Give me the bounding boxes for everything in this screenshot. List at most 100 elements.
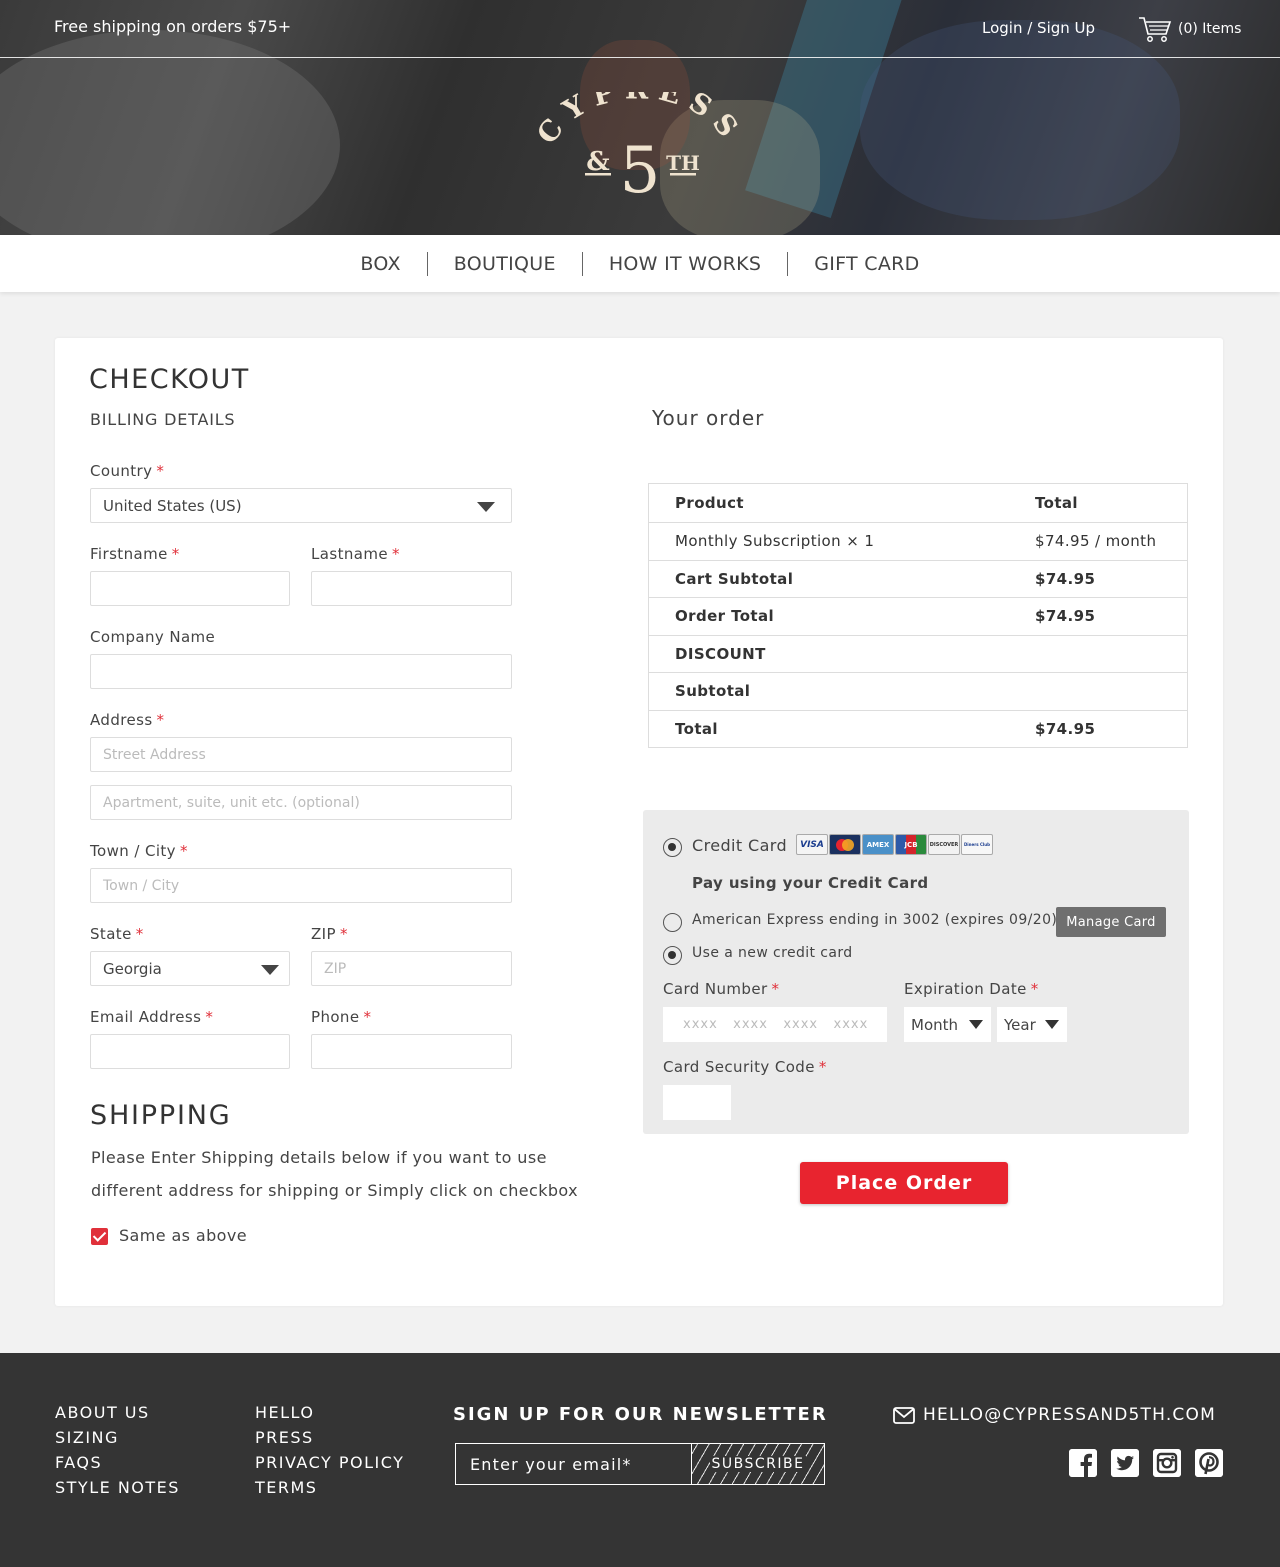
place-order-button[interactable]: Place Order (800, 1162, 1008, 1204)
lastname-field[interactable] (311, 571, 512, 606)
envelope-icon (893, 1406, 915, 1424)
country-label: Country * (90, 462, 165, 480)
cart-count: (0) Items (1178, 21, 1242, 37)
country-value: United States (US) (103, 496, 242, 515)
company-field[interactable] (90, 654, 512, 689)
month-select[interactable]: Month (904, 1007, 991, 1042)
nav-boutique[interactable]: BOUTIQUE (426, 251, 582, 276)
footer-link-sizing[interactable]: SIZING (55, 1428, 180, 1448)
contact-email-link[interactable]: HELLO@CYPRESSAND5TH.COM (893, 1405, 1216, 1425)
order-table-header: Product Total (649, 484, 1187, 522)
row-label: Order Total (675, 607, 775, 626)
background-shape (0, 30, 340, 235)
year-value: Year (1004, 1015, 1036, 1034)
login-signup-link[interactable]: Login / Sign Up (982, 19, 1095, 37)
pinterest-icon[interactable] (1195, 1449, 1223, 1477)
instagram-icon[interactable] (1153, 1449, 1181, 1477)
order-table: Product Total Monthly Subscription × 1 $… (648, 483, 1188, 748)
footer: ABOUT US SIZING FAQS STYLE NOTES HELLO P… (0, 1353, 1280, 1567)
security-code-field[interactable] (663, 1085, 731, 1120)
card-number-field[interactable]: xxxx xxxx xxxx xxxx (663, 1007, 887, 1042)
social-links (1069, 1449, 1223, 1477)
checkout-card: CHECKOUT BILLING DETAILS Country * United… (55, 338, 1223, 1306)
footer-link-terms[interactable]: TERMS (255, 1478, 404, 1498)
total-header: Total (1035, 494, 1078, 512)
cart-link[interactable]: (0) Items (1138, 15, 1241, 43)
city-field[interactable]: Town / City (90, 868, 512, 903)
product-header: Product (675, 494, 744, 512)
footer-link-faqs[interactable]: FAQS (55, 1453, 180, 1473)
card-number-label: Card Number * (663, 980, 780, 998)
shipping-note: Free shipping on orders $75+ (54, 17, 292, 36)
facebook-icon[interactable] (1069, 1449, 1097, 1477)
month-value: Month (911, 1015, 959, 1034)
row-value: $74.95 / month (1035, 532, 1157, 551)
address-label: Address * (90, 711, 165, 729)
row-value: $74.95 (1035, 607, 1096, 626)
main-nav: BOX BOUTIQUE HOW IT WORKS GIFT CARD (0, 235, 1280, 292)
logo-ampersand: & (586, 147, 609, 177)
row-label: Subtotal (675, 682, 751, 701)
footer-link-style-notes[interactable]: STYLE NOTES (55, 1478, 180, 1498)
phone-field[interactable] (311, 1034, 512, 1069)
visa-icon: VISA (796, 834, 828, 855)
shipping-title: SHIPPING (90, 1100, 232, 1131)
discover-icon: DISCOVER (928, 834, 960, 855)
credit-card-radio[interactable] (663, 838, 682, 857)
row-label: Monthly Subscription × 1 (675, 532, 875, 551)
footer-link-hello[interactable]: HELLO (255, 1403, 404, 1423)
pay-heading: Pay using your Credit Card (692, 874, 929, 892)
state-label: State * (90, 925, 144, 943)
logo-suffix: TH (666, 151, 700, 175)
saved-card-radio[interactable] (663, 913, 682, 932)
cypress-and-5th-logo[interactable]: CYPRESS & 5 TH (532, 92, 748, 202)
top-bar: Free shipping on orders $75+ Login / Sig… (0, 0, 1280, 58)
email-field[interactable] (90, 1034, 290, 1069)
footer-link-privacy-policy[interactable]: PRIVACY POLICY (255, 1453, 404, 1473)
credit-card-label: Credit Card (692, 836, 788, 855)
zip-field[interactable]: ZIP (311, 951, 512, 986)
nav-gift-card[interactable]: GIFT CARD (787, 251, 945, 276)
same-as-above-checkbox[interactable] (91, 1228, 108, 1245)
row-value: $74.95 (1035, 719, 1096, 738)
chevron-down-icon (1045, 1020, 1059, 1029)
amex-icon: AMEX (862, 834, 894, 855)
subscribe-button[interactable]: SUBSCRIBE (692, 1444, 824, 1484)
street-address-field[interactable]: Street Address (90, 737, 512, 772)
manage-card-button[interactable]: Manage Card (1056, 907, 1166, 937)
firstname-field[interactable] (90, 571, 290, 606)
country-select[interactable]: United States (US) (90, 488, 512, 523)
row-label: Total (675, 719, 718, 738)
table-row: Total $74.95 (649, 709, 1187, 748)
page-title: CHECKOUT (89, 364, 250, 395)
phone-label: Phone * (311, 1008, 372, 1026)
new-card-radio[interactable] (663, 946, 682, 965)
contact-email: HELLO@CYPRESSAND5TH.COM (923, 1405, 1216, 1425)
diners-club-icon: Diners Club (961, 834, 993, 855)
state-select[interactable]: Georgia (90, 951, 290, 986)
year-select[interactable]: Year (997, 1007, 1067, 1042)
table-row: Monthly Subscription × 1 $74.95 / month (649, 522, 1187, 560)
company-label: Company Name (90, 628, 216, 646)
nav-box[interactable]: BOX (334, 252, 426, 276)
expiration-label: Expiration Date * (904, 980, 1039, 998)
newsletter-email-input[interactable]: Enter your email* (456, 1444, 692, 1484)
shipping-description: Please Enter Shipping details below if y… (91, 1148, 578, 1200)
row-value: $74.95 (1035, 569, 1096, 588)
mastercard-circles (836, 838, 854, 851)
chevron-down-icon (477, 502, 495, 512)
state-value: Georgia (103, 959, 162, 978)
nav-how-it-works[interactable]: HOW IT WORKS (581, 251, 787, 276)
twitter-icon[interactable] (1111, 1449, 1139, 1477)
apartment-field[interactable]: Apartment, suite, unit etc. (optional) (90, 785, 512, 820)
newsletter-form: Enter your email* SUBSCRIBE (455, 1443, 825, 1485)
footer-link-press[interactable]: PRESS (255, 1428, 404, 1448)
footer-link-about-us[interactable]: ABOUT US (55, 1403, 180, 1423)
chevron-down-icon (969, 1020, 983, 1029)
billing-title: BILLING DETAILS (90, 410, 236, 429)
mastercard-icon (829, 834, 861, 855)
logo-number: 5 (620, 134, 661, 202)
cart-icon (1139, 17, 1172, 42)
footer-links-col1: ABOUT US SIZING FAQS STYLE NOTES (55, 1403, 180, 1498)
table-row: DISCOUNT (649, 634, 1187, 673)
